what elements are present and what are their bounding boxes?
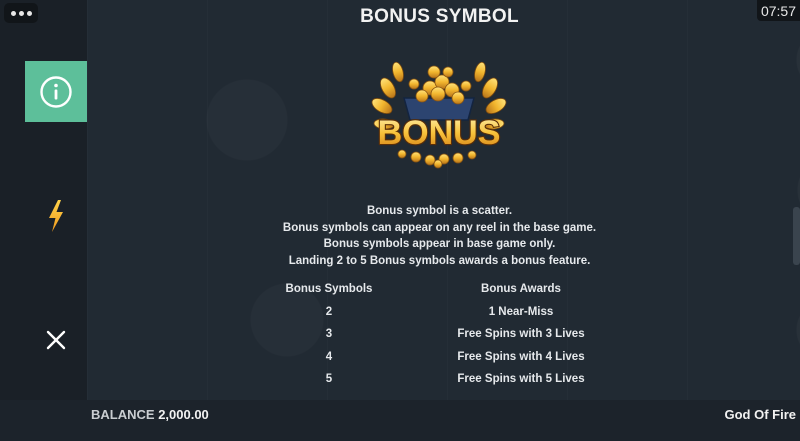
balance-label: BALANCE [91,407,155,422]
close-icon [46,330,66,350]
award-cell: Free Spins with 4 Lives [457,350,585,363]
column-header-bonus-symbols: Bonus Symbols [285,283,373,296]
menu-dot [26,10,32,16]
bonus-awards-table: Bonus Symbols Bonus Awards 2 1 Near-Miss… [268,278,652,391]
description-line: Landing 2 to 5 Bonus symbols awards a bo… [288,254,591,267]
info-icon [40,75,72,108]
info-button[interactable] [25,61,87,122]
symbol-count-cell: 4 [325,350,333,363]
award-cell: Free Spins with 5 Lives [457,373,585,386]
symbol-count-cell: 2 [325,305,333,318]
table-row: 5 Free Spins with 5 Lives [268,368,652,391]
award-cell: Free Spins with 3 Lives [457,328,585,341]
description-line: Bonus symbols can appear on any reel in … [282,221,597,234]
game-name: God Of Fire [724,407,797,422]
paytable-features-button[interactable] [42,198,70,234]
close-button[interactable] [42,326,70,354]
menu-dot [18,10,24,16]
lightning-bolt-icon [49,200,63,232]
bonus-description: Bonus symbol is a scatter. Bonus symbols… [87,203,792,269]
award-cell: 1 Near-Miss [488,305,554,318]
menu-dot [10,10,16,16]
scrollbar-thumb[interactable] [793,207,800,265]
description-line: Bonus symbols appear in base game only. [323,238,556,250]
table-header-row: Bonus Symbols Bonus Awards [268,278,652,301]
table-row: 2 1 Near-Miss [268,301,652,324]
page-title: BONUS SYMBOL [360,6,519,27]
symbol-count-cell: 5 [325,373,333,386]
description-line: Bonus symbol is a scatter. [366,205,513,217]
table-row: 3 Free Spins with 3 Lives [268,323,652,346]
table-row: 4 Free Spins with 4 Lives [268,346,652,369]
scrollbar[interactable] [793,22,800,400]
symbol-count-cell: 3 [325,328,333,341]
balance-amount: 2,000.00 [158,407,209,422]
balance-display: BALANCE 2,000.00 [91,407,209,422]
bonus-logo-text: BONUS [378,114,501,152]
menu-button[interactable] [4,3,38,23]
bonus-symbol-image: BONUS [371,61,507,169]
column-header-bonus-awards: Bonus Awards [481,283,561,296]
